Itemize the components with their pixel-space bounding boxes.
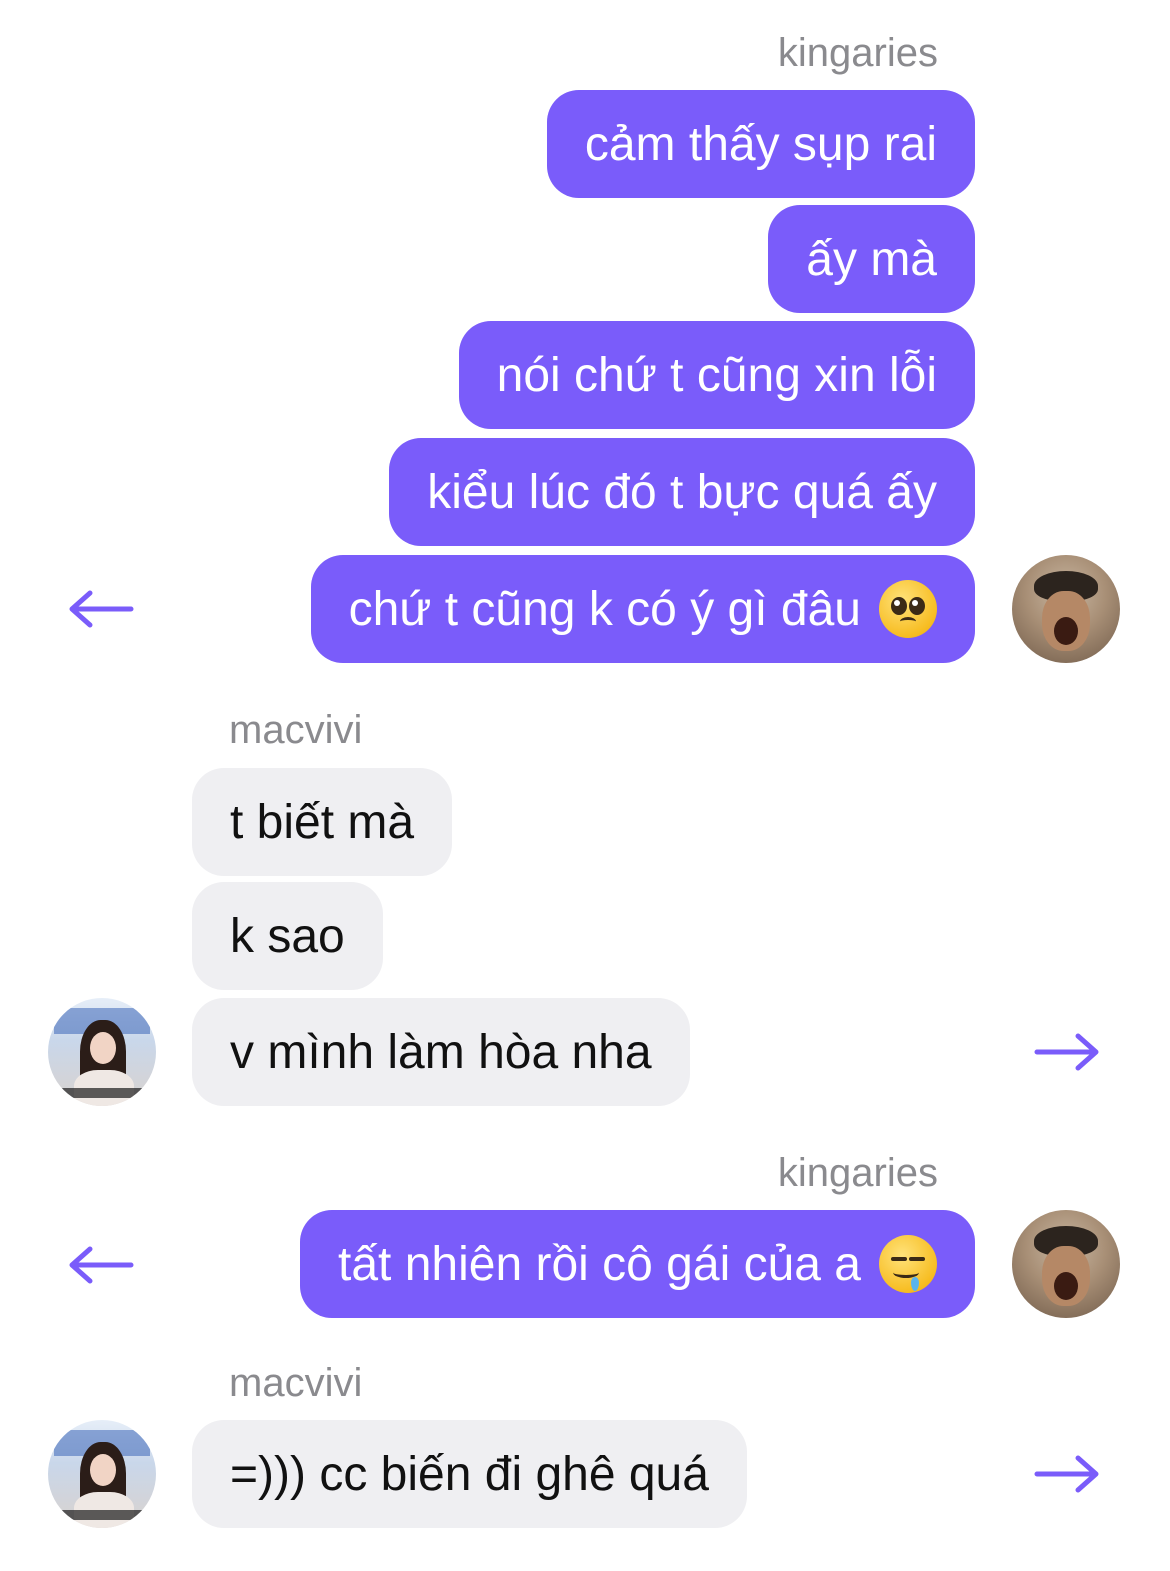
avatar[interactable] [48, 1420, 156, 1528]
message-bubble-incoming[interactable]: t biết mà [192, 768, 453, 876]
avatar[interactable] [48, 998, 156, 1106]
sender-name-kingaries: kingaries [777, 1151, 938, 1195]
pleading-face-emoji [879, 580, 937, 638]
drooling-face-emoji [879, 1235, 937, 1293]
sender-name-macvivi: macvivi [229, 1361, 363, 1405]
message-text: chứ t cũng k có ý gì đâu [348, 582, 861, 636]
message-bubble-outgoing[interactable]: chứ t cũng k có ý gì đâu [310, 555, 975, 663]
message-text: k sao [230, 909, 345, 963]
message-bubble-outgoing[interactable]: cảm thấy sụp rai [546, 90, 975, 198]
message-bubble-outgoing[interactable]: ấy mà [768, 205, 975, 313]
arrow-left-icon[interactable] [68, 589, 134, 629]
sender-name-macvivi: macvivi [229, 708, 363, 752]
message-text: t biết mà [230, 795, 415, 849]
message-text: v mình làm hòa nha [230, 1025, 652, 1079]
message-text: tất nhiên rồi cô gái của a [337, 1237, 861, 1291]
message-bubble-outgoing[interactable]: kiểu lúc đó t bực quá ấy [389, 438, 975, 546]
message-bubble-incoming[interactable]: =))) cc biến đi ghê quá [192, 1420, 747, 1528]
message-bubble-outgoing[interactable]: tất nhiên rồi cô gái của a [299, 1210, 975, 1318]
message-bubble-outgoing[interactable]: nói chứ t cũng xin lỗi [458, 321, 975, 429]
arrow-right-icon[interactable] [1034, 1454, 1100, 1494]
arrow-left-icon[interactable] [68, 1245, 134, 1285]
message-bubble-incoming[interactable]: k sao [192, 882, 383, 990]
message-text: =))) cc biến đi ghê quá [230, 1447, 709, 1501]
sender-name-kingaries: kingaries [777, 31, 938, 75]
avatar[interactable] [1012, 555, 1120, 663]
avatar[interactable] [1012, 1210, 1120, 1318]
message-text: nói chứ t cũng xin lỗi [496, 348, 937, 402]
message-text: kiểu lúc đó t bực quá ấy [427, 465, 937, 519]
message-bubble-incoming[interactable]: v mình làm hòa nha [192, 998, 690, 1106]
message-text: cảm thấy sụp rai [584, 117, 937, 171]
message-text: ấy mà [806, 232, 937, 286]
arrow-right-icon[interactable] [1034, 1032, 1100, 1072]
